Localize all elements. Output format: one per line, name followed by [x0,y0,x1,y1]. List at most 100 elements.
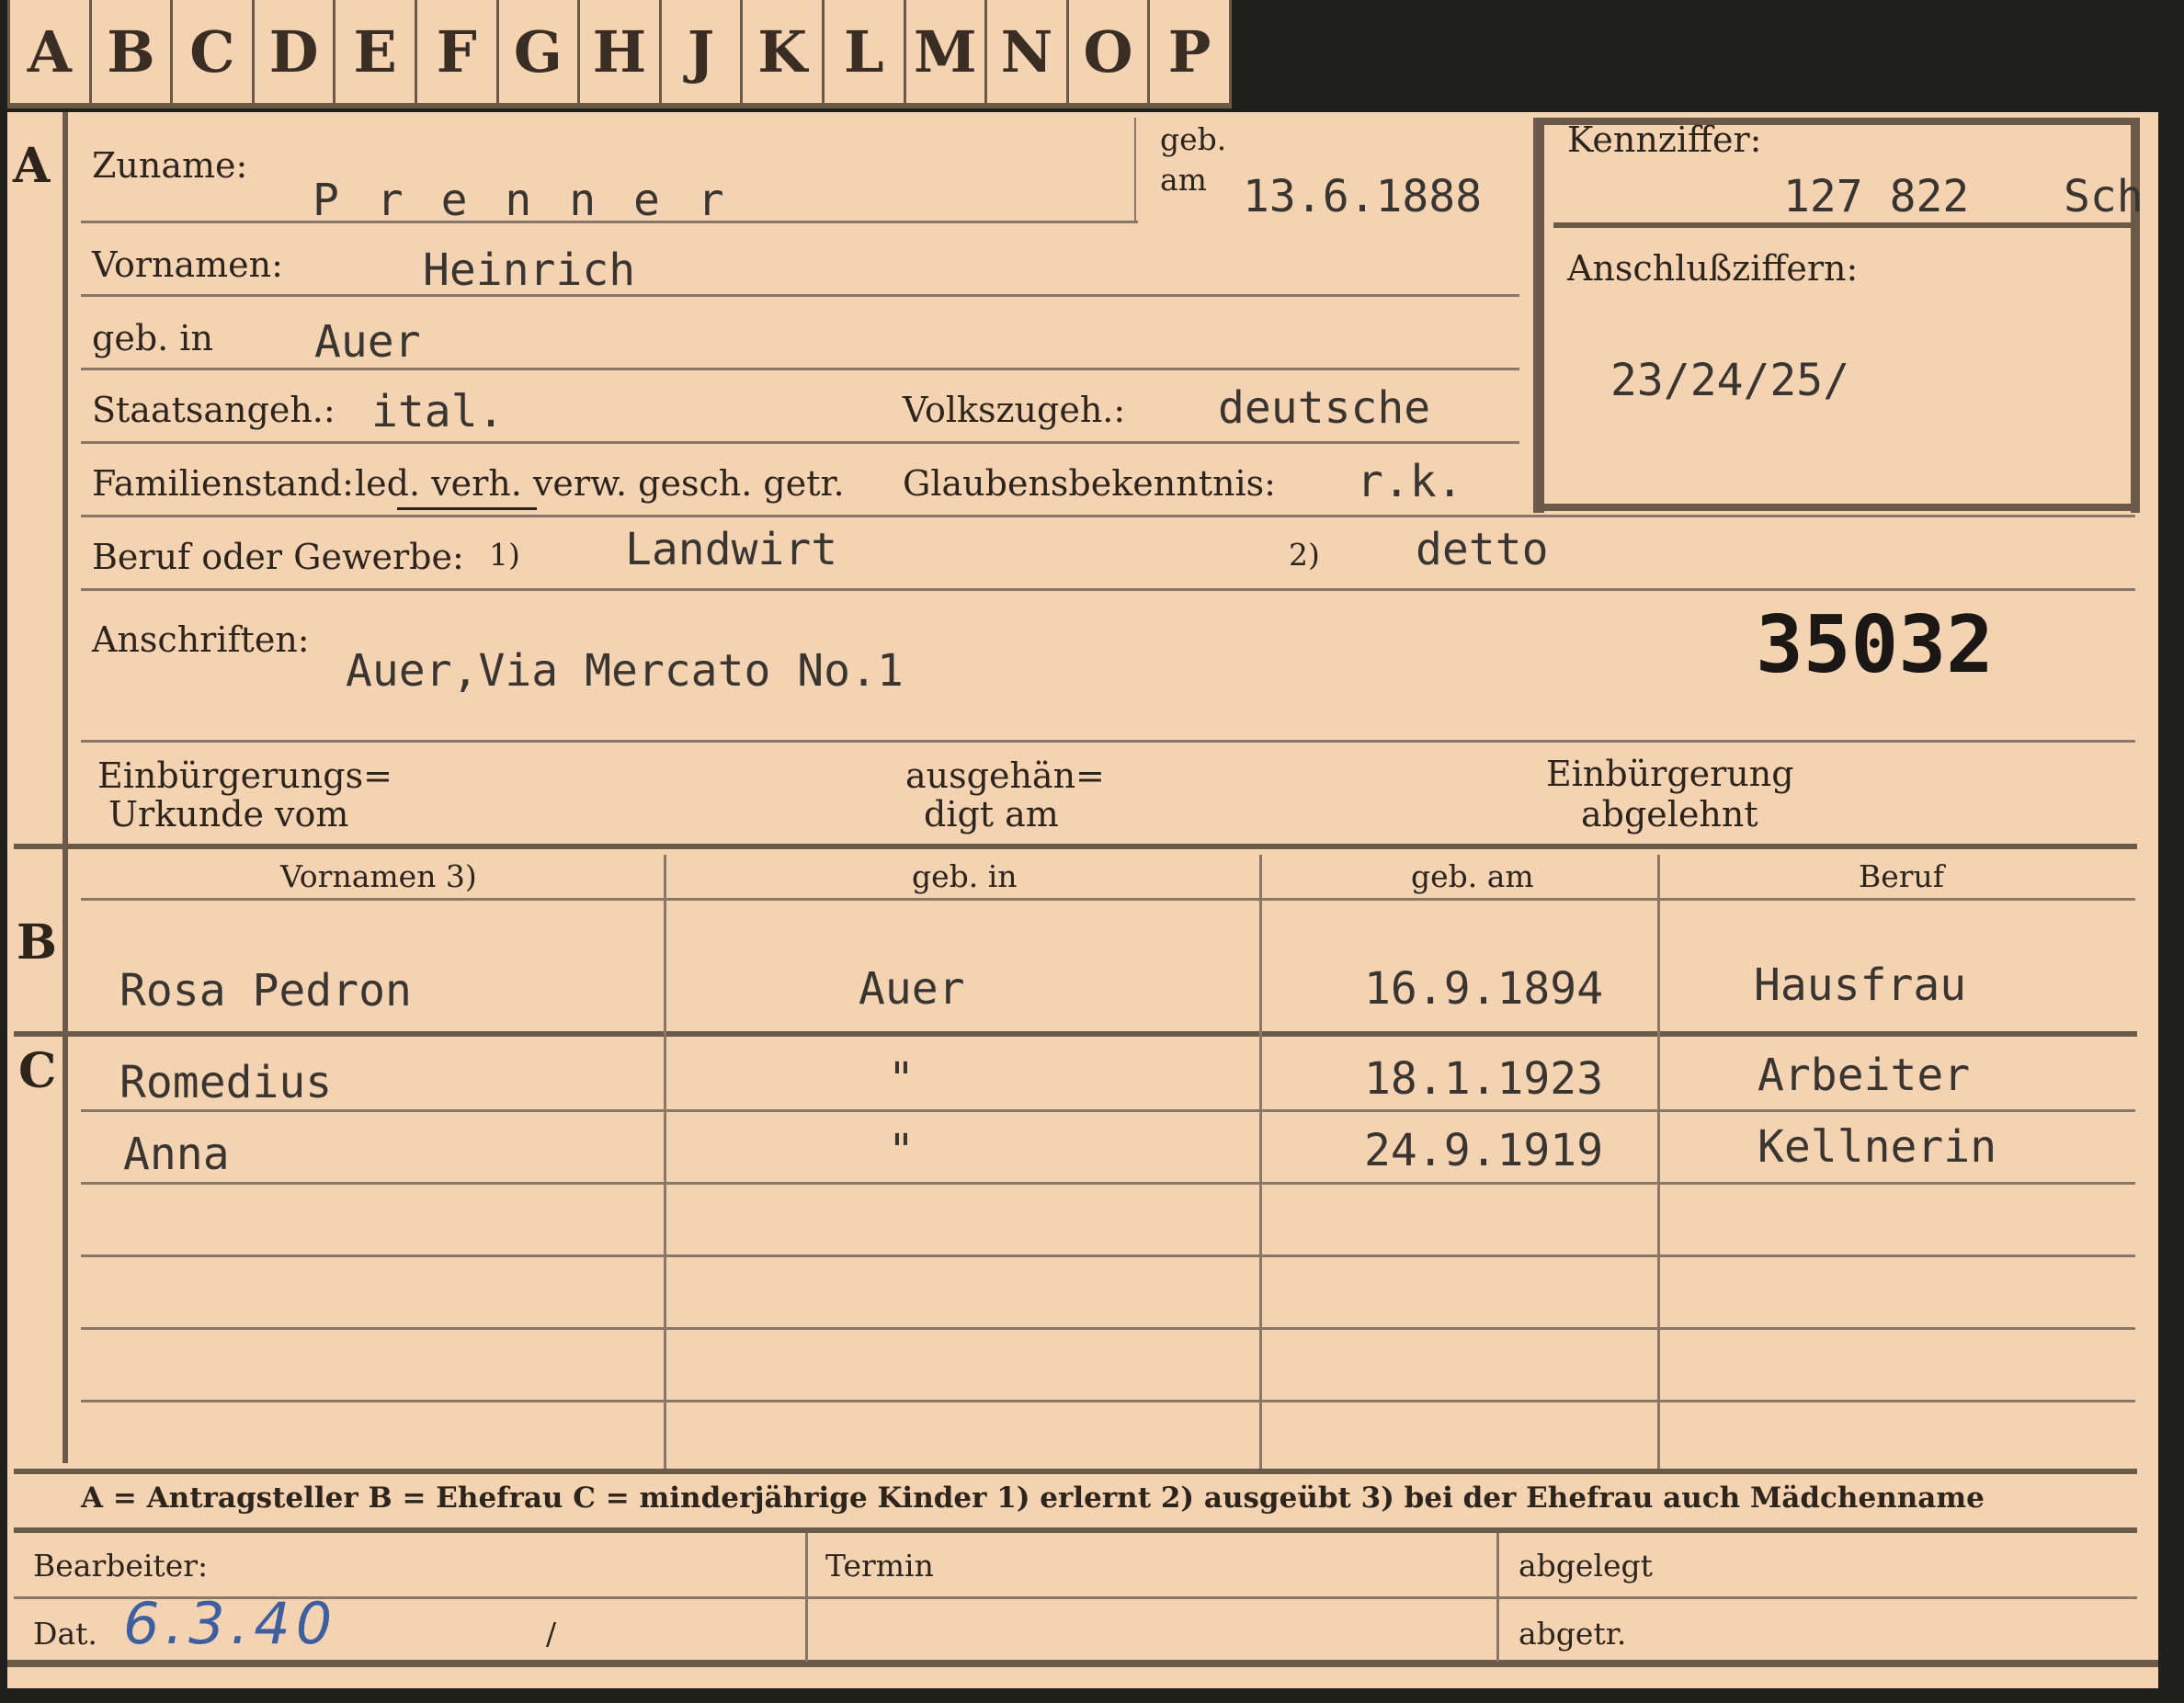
line [81,368,1519,370]
dat-slash: / [546,1616,557,1652]
kennziffer-box-left [1533,118,1544,513]
volkszugeh-value: deutsche [1218,382,1431,434]
familienstand-underline [397,507,537,510]
anschrift-value: Auer,Via Mercato No.1 [346,645,904,697]
section-b-rule [14,844,2137,849]
col-divider [1657,855,1660,1469]
termin-label: Termin [825,1548,934,1584]
kennziffer-suffix: Sch [2064,171,2144,222]
kind-geb-in: " [888,1053,915,1105]
line [81,740,2135,743]
row-line [81,1255,2135,1257]
kennziffer-box-bottom [1533,504,2140,511]
familienstand-label: Familienstand: [92,463,354,504]
index-tab: A [7,0,92,103]
kind-vornamen: Anna [123,1129,230,1180]
header-line [81,898,2135,901]
legend: A = Antragsteller B = Ehefrau C = minder… [81,1482,1985,1515]
vornamen-value: Heinrich [423,244,636,296]
ehefrau-geb-am: 16.9.1894 [1364,963,1604,1015]
bearbeiter-label: Bearbeiter: [33,1548,209,1584]
kind-vornamen: Romedius [119,1057,333,1108]
line [81,441,1519,444]
einb-urkunde-label-1: Einbürgerungs= [97,755,392,796]
stamp-number: 35032 [1756,599,1994,691]
line [81,515,2135,517]
glaubensbekenntnis-value: r.k. [1357,456,1463,507]
beruf-ausgeuebt-value: detto [1416,524,1549,575]
staatsangeh-value: ital. [371,386,505,437]
kennziffer-label: Kennziffer: [1567,119,1762,160]
section-a-marker: A [13,138,51,194]
ehefrau-geb-in: Auer [859,963,965,1015]
kind-beruf: Kellnerin [1757,1121,1997,1173]
zuname-value: P r e n n e r [313,175,730,226]
kennziffer-divider [1553,222,2133,228]
section-c-rule [14,1031,2137,1037]
row-line [81,1109,2135,1112]
index-tab: D [255,0,336,103]
zuname-label: Zuname: [92,145,248,186]
geb-am-label-1: geb. [1160,121,1227,157]
beruf-erlernt-value: Landwirt [625,524,838,575]
row-line [81,1182,2135,1185]
index-tab: G [499,0,581,103]
vornamen-label: Vornamen: [92,244,283,285]
index-tab: B [92,0,174,103]
index-tab: H [580,0,662,103]
col-header-vornamen: Vornamen 3) [280,858,477,894]
anschlussziffern-label: Anschlußziffern: [1567,248,1859,289]
index-tab: K [743,0,825,103]
index-tab: L [825,0,906,103]
beruf-mark-2: 2) [1289,537,1320,573]
col-header-geb-am: geb. am [1411,858,1534,894]
index-tab: M [906,0,988,103]
ausgehaendigt-label-2: digt am [924,794,1059,834]
left-margin-rule [63,112,68,1463]
index-tab: E [336,0,417,103]
familienstand-options: led. verh. verw. gesch. getr. [355,463,845,504]
staatsangeh-label: Staatsangeh.: [92,390,336,430]
index-tab: J [662,0,744,103]
col-header-beruf: Beruf [1859,858,1945,894]
card-bottom-rule [7,1660,2158,1667]
einb-abgelehnt-label-1: Einbürgerung [1546,754,1794,794]
index-tab: N [987,0,1069,103]
section-b-marker: B [17,914,57,971]
geb-in-value: Auer [314,316,421,368]
index-tab: P [1150,0,1232,103]
anschlussziffern-value: 23/24/25/ [1610,355,1850,406]
legend-top-rule [14,1469,2137,1474]
beruf-label: Beruf oder Gewerbe: [92,537,464,577]
index-tab: F [417,0,499,103]
col-divider [1259,855,1262,1469]
geb-am-label-2: am [1160,162,1207,198]
row-line [81,1400,2135,1402]
line [81,294,1519,297]
legend-bottom-rule [14,1527,2137,1533]
anschriften-label: Anschriften: [92,619,310,660]
geb-am-divider [1134,118,1136,221]
ausgehaendigt-label-1: ausgehän= [905,755,1105,796]
einb-urkunde-label-2: Urkunde vom [108,794,349,834]
ehefrau-beruf: Hausfrau [1754,959,1967,1011]
geb-am-value: 13.6.1888 [1243,171,1483,222]
volkszugeh-label: Volkszugeh.: [903,390,1126,430]
kennziffer-value: 127 822 [1783,171,1970,222]
section-c-marker: C [18,1043,57,1099]
line [81,588,2135,591]
kind-geb-in: " [888,1125,915,1176]
kind-geb-am: 24.9.1919 [1364,1125,1604,1176]
abgetr-label: abgetr. [1519,1616,1627,1652]
index-tab: O [1069,0,1151,103]
dat-label: Dat. [33,1616,97,1652]
geb-in-label: geb. in [92,318,213,358]
kind-geb-am: 18.1.1923 [1364,1053,1604,1105]
ehefrau-vornamen: Rosa Pedron [119,965,412,1016]
kind-beruf: Arbeiter [1757,1050,1971,1101]
abgelegt-label: abgelegt [1519,1548,1653,1584]
dat-handwritten-value: 6.3.40 [123,1590,338,1657]
row-line [81,1327,2135,1330]
col-divider [664,855,666,1469]
beruf-mark-1: 1) [489,537,520,573]
